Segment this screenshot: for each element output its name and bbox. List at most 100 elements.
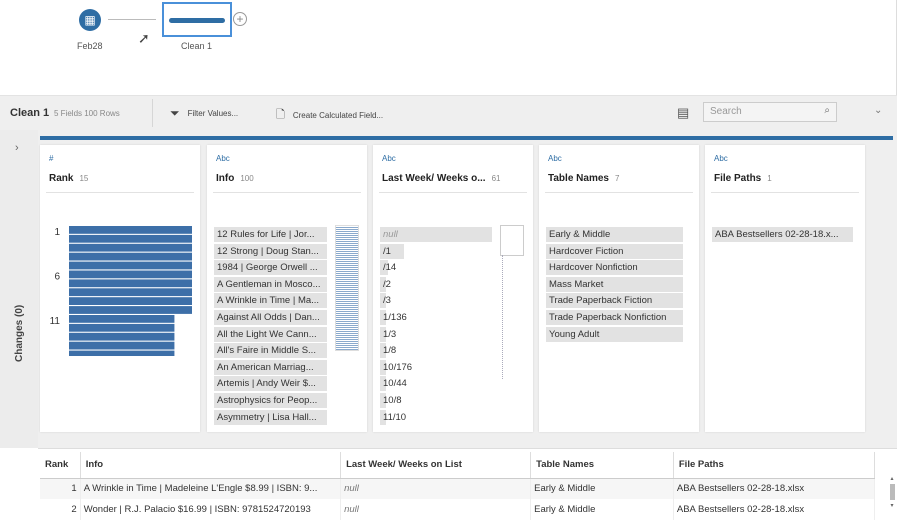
field-count: 100 bbox=[240, 174, 254, 183]
profile-card-info[interactable]: Abc Info 100 12 Rules for Life | Jor... 12… bbox=[207, 145, 367, 432]
layout-toggle-icon[interactable]: ▤ bbox=[677, 105, 689, 121]
histogram-bar[interactable] bbox=[69, 332, 175, 341]
column-header[interactable]: Last Week/ Weeks on List bbox=[340, 452, 532, 479]
table-cell[interactable]: A Wrinkle in Time | Madeleine L'Engle $8… bbox=[80, 478, 342, 499]
scroll-summary[interactable] bbox=[335, 225, 359, 351]
table-row[interactable]: 1A Wrinkle in Time | Madeleine L'Engle $… bbox=[40, 478, 876, 499]
value-item[interactable]: 1/136 bbox=[380, 309, 493, 325]
histogram-bar[interactable] bbox=[69, 288, 192, 297]
table-cell[interactable]: ABA Bestsellers 02-28-18.xlsx bbox=[673, 499, 876, 520]
scroll-up-icon[interactable]: ▴ bbox=[888, 475, 896, 482]
value-item[interactable]: ABA Bestsellers 02-28-18.x... bbox=[712, 227, 853, 242]
chevron-down-icon[interactable]: ⌄ bbox=[874, 105, 882, 116]
scroll-down-icon[interactable]: ▾ bbox=[888, 502, 896, 509]
input-node-label: Feb28 bbox=[77, 41, 103, 51]
table-cell[interactable]: ABA Bestsellers 02-28-18.xlsx bbox=[673, 478, 876, 499]
value-item[interactable]: /2 bbox=[380, 276, 493, 292]
histogram-bar[interactable] bbox=[69, 341, 175, 350]
table-cell[interactable]: Early & Middle bbox=[530, 478, 674, 499]
value-item[interactable]: A Wrinkle in Time | Ma... bbox=[214, 293, 327, 309]
plus-icon[interactable]: + bbox=[233, 12, 247, 26]
value-item[interactable]: Mass Market bbox=[546, 276, 683, 292]
histogram-bar[interactable] bbox=[69, 252, 192, 261]
value-item[interactable]: All the Light We Cann... bbox=[214, 326, 327, 342]
create-calculated-field-button[interactable]: 🗋 Create Calculated Field... bbox=[276, 106, 383, 125]
string-type-icon: Abc bbox=[382, 154, 396, 163]
table-row[interactable]: 2 Wonder | R.J. Palacio $16.99 | ISBN: 97… bbox=[40, 499, 876, 520]
value-item[interactable]: Against All Odds | Dan... bbox=[214, 309, 327, 325]
value-item[interactable]: Asymmetry | Lisa Hall... bbox=[214, 409, 327, 425]
histogram-bar[interactable] bbox=[69, 350, 175, 356]
input-node-feb28[interactable]: ▦ bbox=[79, 9, 101, 31]
value-item[interactable]: 1/3 bbox=[380, 326, 493, 342]
changes-rail[interactable]: › Changes (0) bbox=[0, 130, 38, 448]
histogram-bar[interactable] bbox=[69, 243, 192, 252]
table-cell[interactable]: Wonder | R.J. Palacio $16.99 | ISBN: 978… bbox=[80, 499, 342, 520]
value-item[interactable]: 12 Strong | Doug Stan... bbox=[214, 243, 327, 259]
grid-scrollbar[interactable]: ▴ ▾ bbox=[888, 475, 896, 521]
profile-card-last-week[interactable]: Abc Last Week/ Weeks o... 61 null/1/14/2/… bbox=[373, 145, 533, 432]
value-item[interactable]: Artemis | Andy Weir $... bbox=[214, 376, 327, 392]
clean-node[interactable] bbox=[162, 2, 232, 37]
value-item[interactable]: 10/176 bbox=[380, 359, 493, 375]
filter-values-button[interactable]: ⏷ Filter Values... bbox=[170, 106, 238, 121]
value-item[interactable]: 1984 | George Orwell ... bbox=[214, 260, 327, 276]
histogram-bar[interactable] bbox=[69, 261, 192, 270]
value-item[interactable]: 1/8 bbox=[380, 343, 493, 359]
step-title: Clean 1 bbox=[10, 107, 50, 119]
field-count: 61 bbox=[491, 174, 501, 183]
histogram-bar[interactable] bbox=[69, 297, 192, 305]
data-grid: Rank Info Last Week/ Weeks on List Table Na… bbox=[38, 448, 897, 520]
value-item[interactable]: Early & Middle bbox=[546, 227, 683, 242]
histogram-bar[interactable] bbox=[69, 234, 192, 243]
table-cell[interactable]: Early & Middle bbox=[530, 499, 674, 520]
value-item[interactable]: 12 Rules for Life | Jor... bbox=[214, 227, 327, 242]
scroll-summary[interactable] bbox=[500, 225, 524, 256]
profile-card-file-paths[interactable]: Abc File Paths 1 ABA Bestsellers 02-28-18… bbox=[705, 145, 865, 432]
number-type-icon: # bbox=[49, 154, 54, 163]
table-cell[interactable]: 2 bbox=[40, 499, 81, 520]
value-item[interactable]: All's Faire in Middle S... bbox=[214, 343, 327, 359]
histogram-bar[interactable] bbox=[69, 226, 192, 234]
value-item[interactable]: Young Adult bbox=[546, 326, 683, 342]
column-header[interactable]: File Paths bbox=[673, 452, 876, 479]
value-item[interactable]: Hardcover Fiction bbox=[546, 243, 683, 259]
mouse-cursor-icon: ➚ bbox=[138, 30, 150, 46]
table-cell[interactable]: null bbox=[340, 478, 532, 499]
value-item[interactable]: Astrophysics for Peop... bbox=[214, 392, 327, 408]
value-item[interactable]: 10/8 bbox=[380, 392, 493, 408]
changes-label[interactable]: Changes (0) bbox=[14, 305, 25, 362]
value-item[interactable]: Hardcover Nonfiction bbox=[546, 260, 683, 276]
column-header[interactable]: Table Names bbox=[530, 452, 674, 479]
divider bbox=[152, 99, 153, 127]
profile-card-rank[interactable]: # Rank15 161116 bbox=[40, 145, 200, 432]
histogram-bar[interactable] bbox=[69, 279, 192, 288]
value-item[interactable]: /3 bbox=[380, 293, 493, 309]
profile-card-table-names[interactable]: Abc Table Names 7 Early & Middle Hardcover… bbox=[539, 145, 699, 432]
table-cell[interactable]: 1 bbox=[40, 478, 81, 499]
search-input[interactable]: Search ⌕ bbox=[703, 102, 837, 122]
table-cell[interactable]: null bbox=[340, 499, 532, 520]
value-item[interactable]: An American Marriag... bbox=[214, 359, 327, 375]
value-item[interactable]: Trade Paperback Fiction bbox=[546, 293, 683, 309]
scroll-thumb[interactable] bbox=[889, 484, 895, 500]
value-item[interactable]: /14 bbox=[380, 260, 493, 276]
field-count: 15 bbox=[79, 174, 89, 183]
histogram-bar[interactable] bbox=[69, 306, 192, 314]
histogram-bar[interactable] bbox=[69, 323, 175, 332]
value-item[interactable]: 10/44 bbox=[380, 376, 493, 392]
value-item[interactable]: 11/10 bbox=[380, 409, 493, 425]
flow-canvas[interactable]: ▦ Feb28 ➚ + Clean 1 bbox=[0, 0, 897, 95]
value-item[interactable]: null bbox=[380, 227, 493, 242]
column-header[interactable]: Rank bbox=[40, 452, 81, 479]
value-item[interactable]: A Gentleman in Mosco... bbox=[214, 276, 327, 292]
value-item[interactable]: /1 bbox=[380, 243, 493, 259]
rank-histogram[interactable]: 161116 bbox=[40, 221, 200, 356]
histogram-bar[interactable] bbox=[69, 270, 192, 279]
value-item[interactable]: Trade Paperback Nonfiction bbox=[546, 309, 683, 325]
field-name: File Paths bbox=[714, 173, 762, 184]
histogram-bar[interactable] bbox=[69, 315, 175, 323]
chevron-right-icon[interactable]: › bbox=[15, 142, 19, 154]
column-header[interactable]: Info bbox=[80, 452, 342, 479]
calc-field-icon: 🗋 bbox=[276, 109, 285, 121]
